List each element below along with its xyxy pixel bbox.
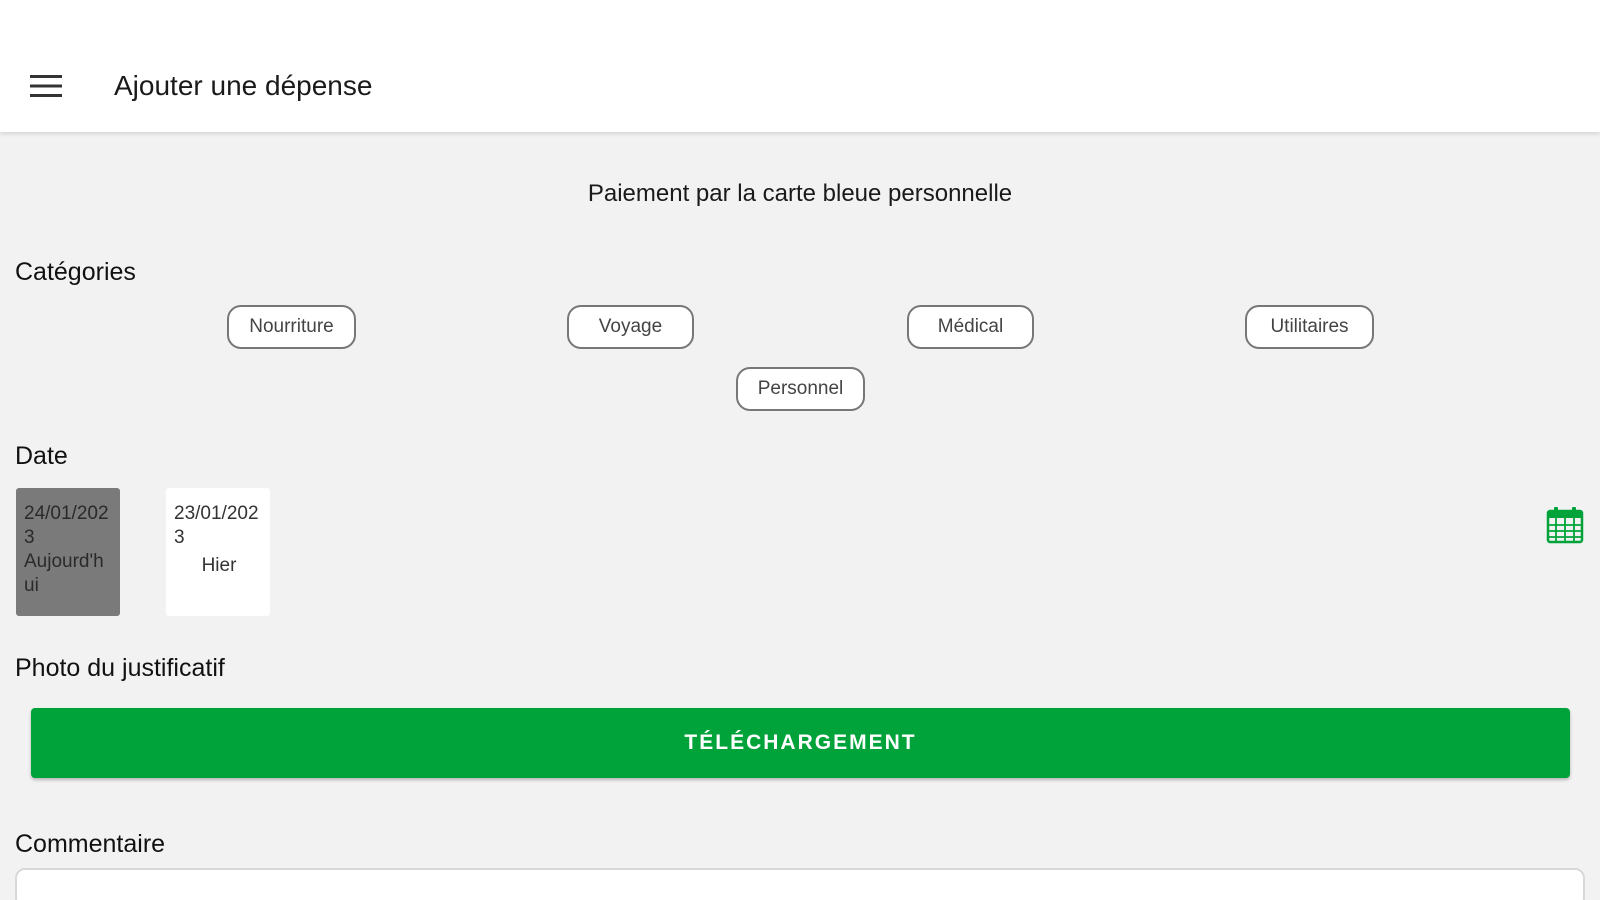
add-expense-screen: Ajouter une dépense Paiement par la cart… bbox=[0, 0, 1600, 900]
date-option-today[interactable]: 24/01/2023 Aujourd'hui bbox=[16, 488, 120, 616]
menu-button[interactable] bbox=[28, 68, 64, 104]
date-option-relative: Hier bbox=[201, 555, 237, 576]
category-chip-medical[interactable]: Médical bbox=[907, 305, 1034, 349]
date-option-relative: Aujourd'hui bbox=[24, 551, 104, 596]
app-bar: Ajouter une dépense bbox=[0, 0, 1600, 132]
category-chip-nourriture[interactable]: Nourriture bbox=[227, 305, 356, 349]
receipt-photo-label: Photo du justificatif bbox=[15, 654, 225, 682]
category-chip-voyage[interactable]: Voyage bbox=[567, 305, 694, 349]
calendar-icon bbox=[1546, 507, 1584, 544]
hamburger-menu-icon bbox=[30, 75, 62, 97]
categories-label: Catégories bbox=[15, 258, 136, 286]
comment-label: Commentaire bbox=[15, 830, 166, 858]
category-chip-personnel[interactable]: Personnel bbox=[736, 367, 865, 411]
date-option-date: 24/01/2023 bbox=[24, 503, 109, 548]
date-label: Date bbox=[15, 442, 68, 470]
calendar-picker-button[interactable] bbox=[1545, 505, 1585, 545]
payment-method-subtitle: Paiement par la carte bleue personnelle bbox=[587, 180, 1013, 207]
upload-button[interactable]: TÉLÉCHARGEMENT bbox=[31, 708, 1570, 778]
page-title: Ajouter une dépense bbox=[114, 70, 373, 101]
comment-input[interactable] bbox=[15, 868, 1585, 900]
category-chip-utilitaires[interactable]: Utilitaires bbox=[1245, 305, 1374, 349]
date-option-date: 23/01/2023 bbox=[174, 503, 259, 548]
date-option-yesterday[interactable]: 23/01/2023 Hier bbox=[166, 488, 270, 616]
